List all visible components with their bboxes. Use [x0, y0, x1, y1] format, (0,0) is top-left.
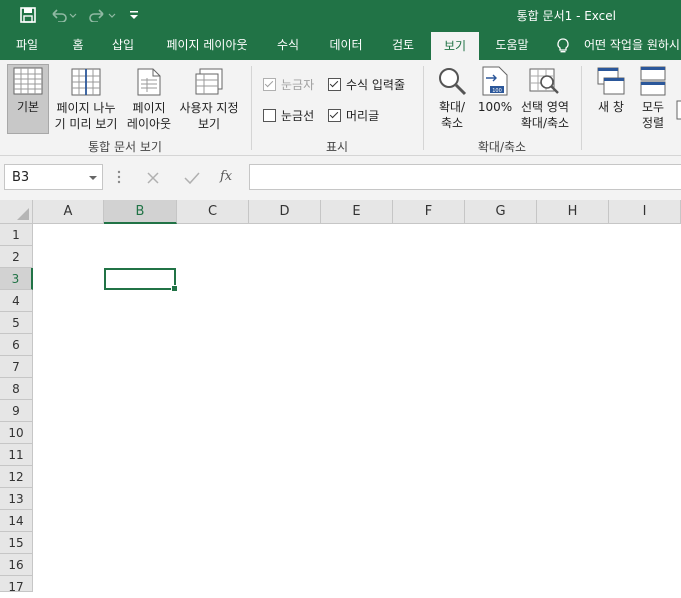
zoom-button[interactable]: 확대/ 축소 — [432, 66, 472, 134]
row-header[interactable]: 16 — [0, 554, 33, 576]
custom-views-icon — [194, 68, 224, 96]
tab-view[interactable]: 보기 — [431, 32, 479, 60]
headings-check-icon — [328, 109, 341, 122]
zoom-group-label: 확대/축소 — [477, 140, 527, 154]
arrange-all-button[interactable]: 모두 정렬 — [634, 66, 672, 134]
fill-handle[interactable] — [171, 285, 178, 292]
headings-checkbox[interactable]: 머리글 — [328, 107, 379, 124]
more-options-icon[interactable] — [117, 170, 121, 187]
column-header-b[interactable]: B — [104, 200, 177, 224]
ribbon-tab-bar: 파일 홈 삽입 페이지 레이아웃 수식 데이터 검토 보기 도움말 어떤 작업을… — [0, 30, 681, 60]
show-group-label: 표시 — [325, 140, 349, 154]
active-cell-b3[interactable] — [104, 268, 178, 292]
workbook-views-group-label: 통합 문서 보기 — [88, 140, 162, 154]
row-header[interactable]: 2 — [0, 246, 33, 268]
ruler-check-icon — [263, 78, 276, 91]
cancel-icon[interactable] — [146, 171, 160, 188]
customize-qat-icon[interactable] — [128, 6, 140, 24]
enter-check-icon[interactable] — [184, 171, 200, 188]
row-header[interactable]: 5 — [0, 312, 33, 334]
row-header[interactable]: 15 — [0, 532, 33, 554]
formula-bar-check-icon — [328, 78, 341, 91]
normal-view-icon — [13, 67, 43, 95]
svg-text:100: 100 — [492, 88, 502, 94]
zoom-100-button[interactable]: 100 100% — [476, 66, 514, 134]
tab-insert[interactable]: 삽입 — [102, 30, 144, 60]
tell-me-search[interactable]: 어떤 작업을 원하시 — [584, 30, 681, 60]
tab-review[interactable]: 검토 — [380, 30, 426, 60]
normal-view-button[interactable]: 기본 — [7, 64, 49, 134]
row-header[interactable]: 13 — [0, 488, 33, 510]
column-header-i[interactable]: I — [609, 200, 681, 224]
tab-home[interactable]: 홈 — [58, 30, 98, 60]
column-header-e[interactable]: E — [321, 200, 393, 224]
column-header-g[interactable]: G — [465, 200, 537, 224]
row-header[interactable]: 9 — [0, 400, 33, 422]
column-header-c[interactable]: C — [177, 200, 249, 224]
ruler-checkbox[interactable]: 눈금자 — [263, 76, 314, 93]
zoom-100-icon: 100 — [482, 66, 508, 96]
zoom-selection-icon — [529, 66, 561, 96]
row-header[interactable]: 6 — [0, 334, 33, 356]
gridlines-check-icon — [263, 109, 276, 122]
row-header[interactable]: 3 — [0, 268, 33, 290]
row-header[interactable]: 11 — [0, 444, 33, 466]
row-header[interactable]: 7 — [0, 356, 33, 378]
name-box[interactable]: B3 — [4, 164, 103, 190]
row-header[interactable]: 10 — [0, 422, 33, 444]
formula-input[interactable] — [249, 164, 681, 190]
column-header-d[interactable]: D — [249, 200, 321, 224]
ribbon-view: 기본 페이지 나누 기 미리 보기 페이지 레이아웃 사용자 지정 보기 통합 … — [0, 60, 681, 156]
title-bar: 통합 문서1 - Excel — [0, 0, 681, 30]
tab-page-layout[interactable]: 페이지 레이아웃 — [152, 30, 262, 60]
zoom-to-selection-button[interactable]: 선택 영역 확대/축소 — [516, 66, 574, 134]
column-header-a[interactable]: A — [33, 200, 104, 224]
row-header[interactable]: 4 — [0, 290, 33, 312]
page-break-preview-button[interactable]: 페이지 나누 기 미리 보기 — [51, 66, 121, 134]
redo-icon[interactable] — [88, 6, 118, 24]
arrange-all-icon — [640, 66, 666, 96]
save-icon[interactable] — [19, 6, 37, 24]
tab-file[interactable]: 파일 — [4, 30, 50, 60]
formula-bar-checkbox[interactable]: 수식 입력줄 — [328, 76, 405, 93]
worksheet-grid[interactable]: A B C D E F G H I 1 2 3 4 5 6 7 8 9 10 1… — [0, 200, 681, 594]
tab-data[interactable]: 데이터 — [318, 30, 374, 60]
lightbulb-icon[interactable] — [556, 38, 570, 57]
page-layout-view-icon — [137, 68, 161, 96]
tab-help[interactable]: 도움말 — [484, 30, 540, 60]
select-all-button[interactable] — [0, 200, 33, 224]
column-header-h[interactable]: H — [537, 200, 609, 224]
freeze-panes-icon[interactable] — [676, 100, 681, 120]
new-window-button[interactable]: 새 창 — [592, 66, 630, 134]
page-layout-view-button[interactable]: 페이지 레이아웃 — [124, 66, 174, 134]
row-header[interactable]: 17 — [0, 576, 33, 594]
insert-function-icon[interactable]: fx — [220, 169, 232, 184]
row-header[interactable]: 12 — [0, 466, 33, 488]
group-divider — [581, 66, 582, 150]
name-box-dropdown-icon[interactable] — [89, 176, 97, 180]
custom-views-button[interactable]: 사용자 지정 보기 — [176, 66, 242, 134]
new-window-icon — [596, 66, 626, 96]
row-header[interactable]: 14 — [0, 510, 33, 532]
magnifier-icon — [437, 66, 467, 96]
row-header[interactable]: 8 — [0, 378, 33, 400]
gridlines-checkbox[interactable]: 눈금선 — [263, 107, 314, 124]
formula-bar: B3 fx — [0, 156, 681, 200]
row-header[interactable]: 1 — [0, 224, 33, 246]
window-title: 통합 문서1 - Excel — [516, 9, 616, 23]
undo-icon[interactable] — [49, 6, 79, 24]
column-header-f[interactable]: F — [393, 200, 465, 224]
page-break-preview-icon — [71, 68, 101, 96]
tab-formulas[interactable]: 수식 — [266, 30, 310, 60]
